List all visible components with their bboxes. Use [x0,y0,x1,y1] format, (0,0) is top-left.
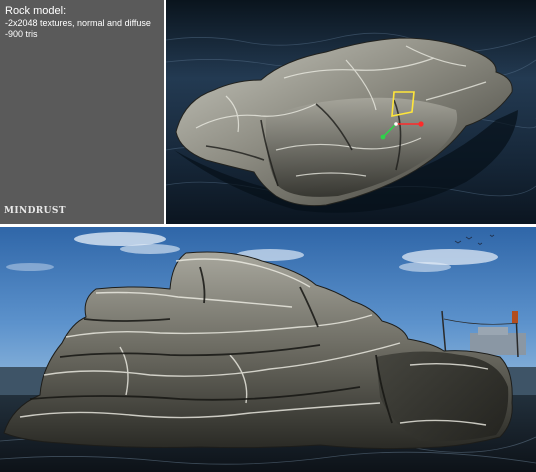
gizmo-x-handle[interactable] [418,121,424,127]
gizmo-pivot[interactable] [394,122,398,126]
top-viewport-render [166,0,536,224]
top-render-canvas [166,0,536,224]
studio-logo: MINDRUST [4,206,66,216]
spec-textures: -2x2048 textures, normal and diffuse [5,18,151,28]
traffic-light [512,311,518,323]
info-panel: Rock model: -2x2048 textures, normal and… [0,0,164,224]
render-sheet: Rock model: -2x2048 textures, normal and… [0,0,536,472]
bottom-render-canvas [0,227,536,472]
spec-triangles: -900 tris [5,29,38,39]
bottom-scene-render [0,227,536,472]
gizmo-z-handle[interactable] [380,134,386,140]
model-title: Rock model: [5,5,67,17]
